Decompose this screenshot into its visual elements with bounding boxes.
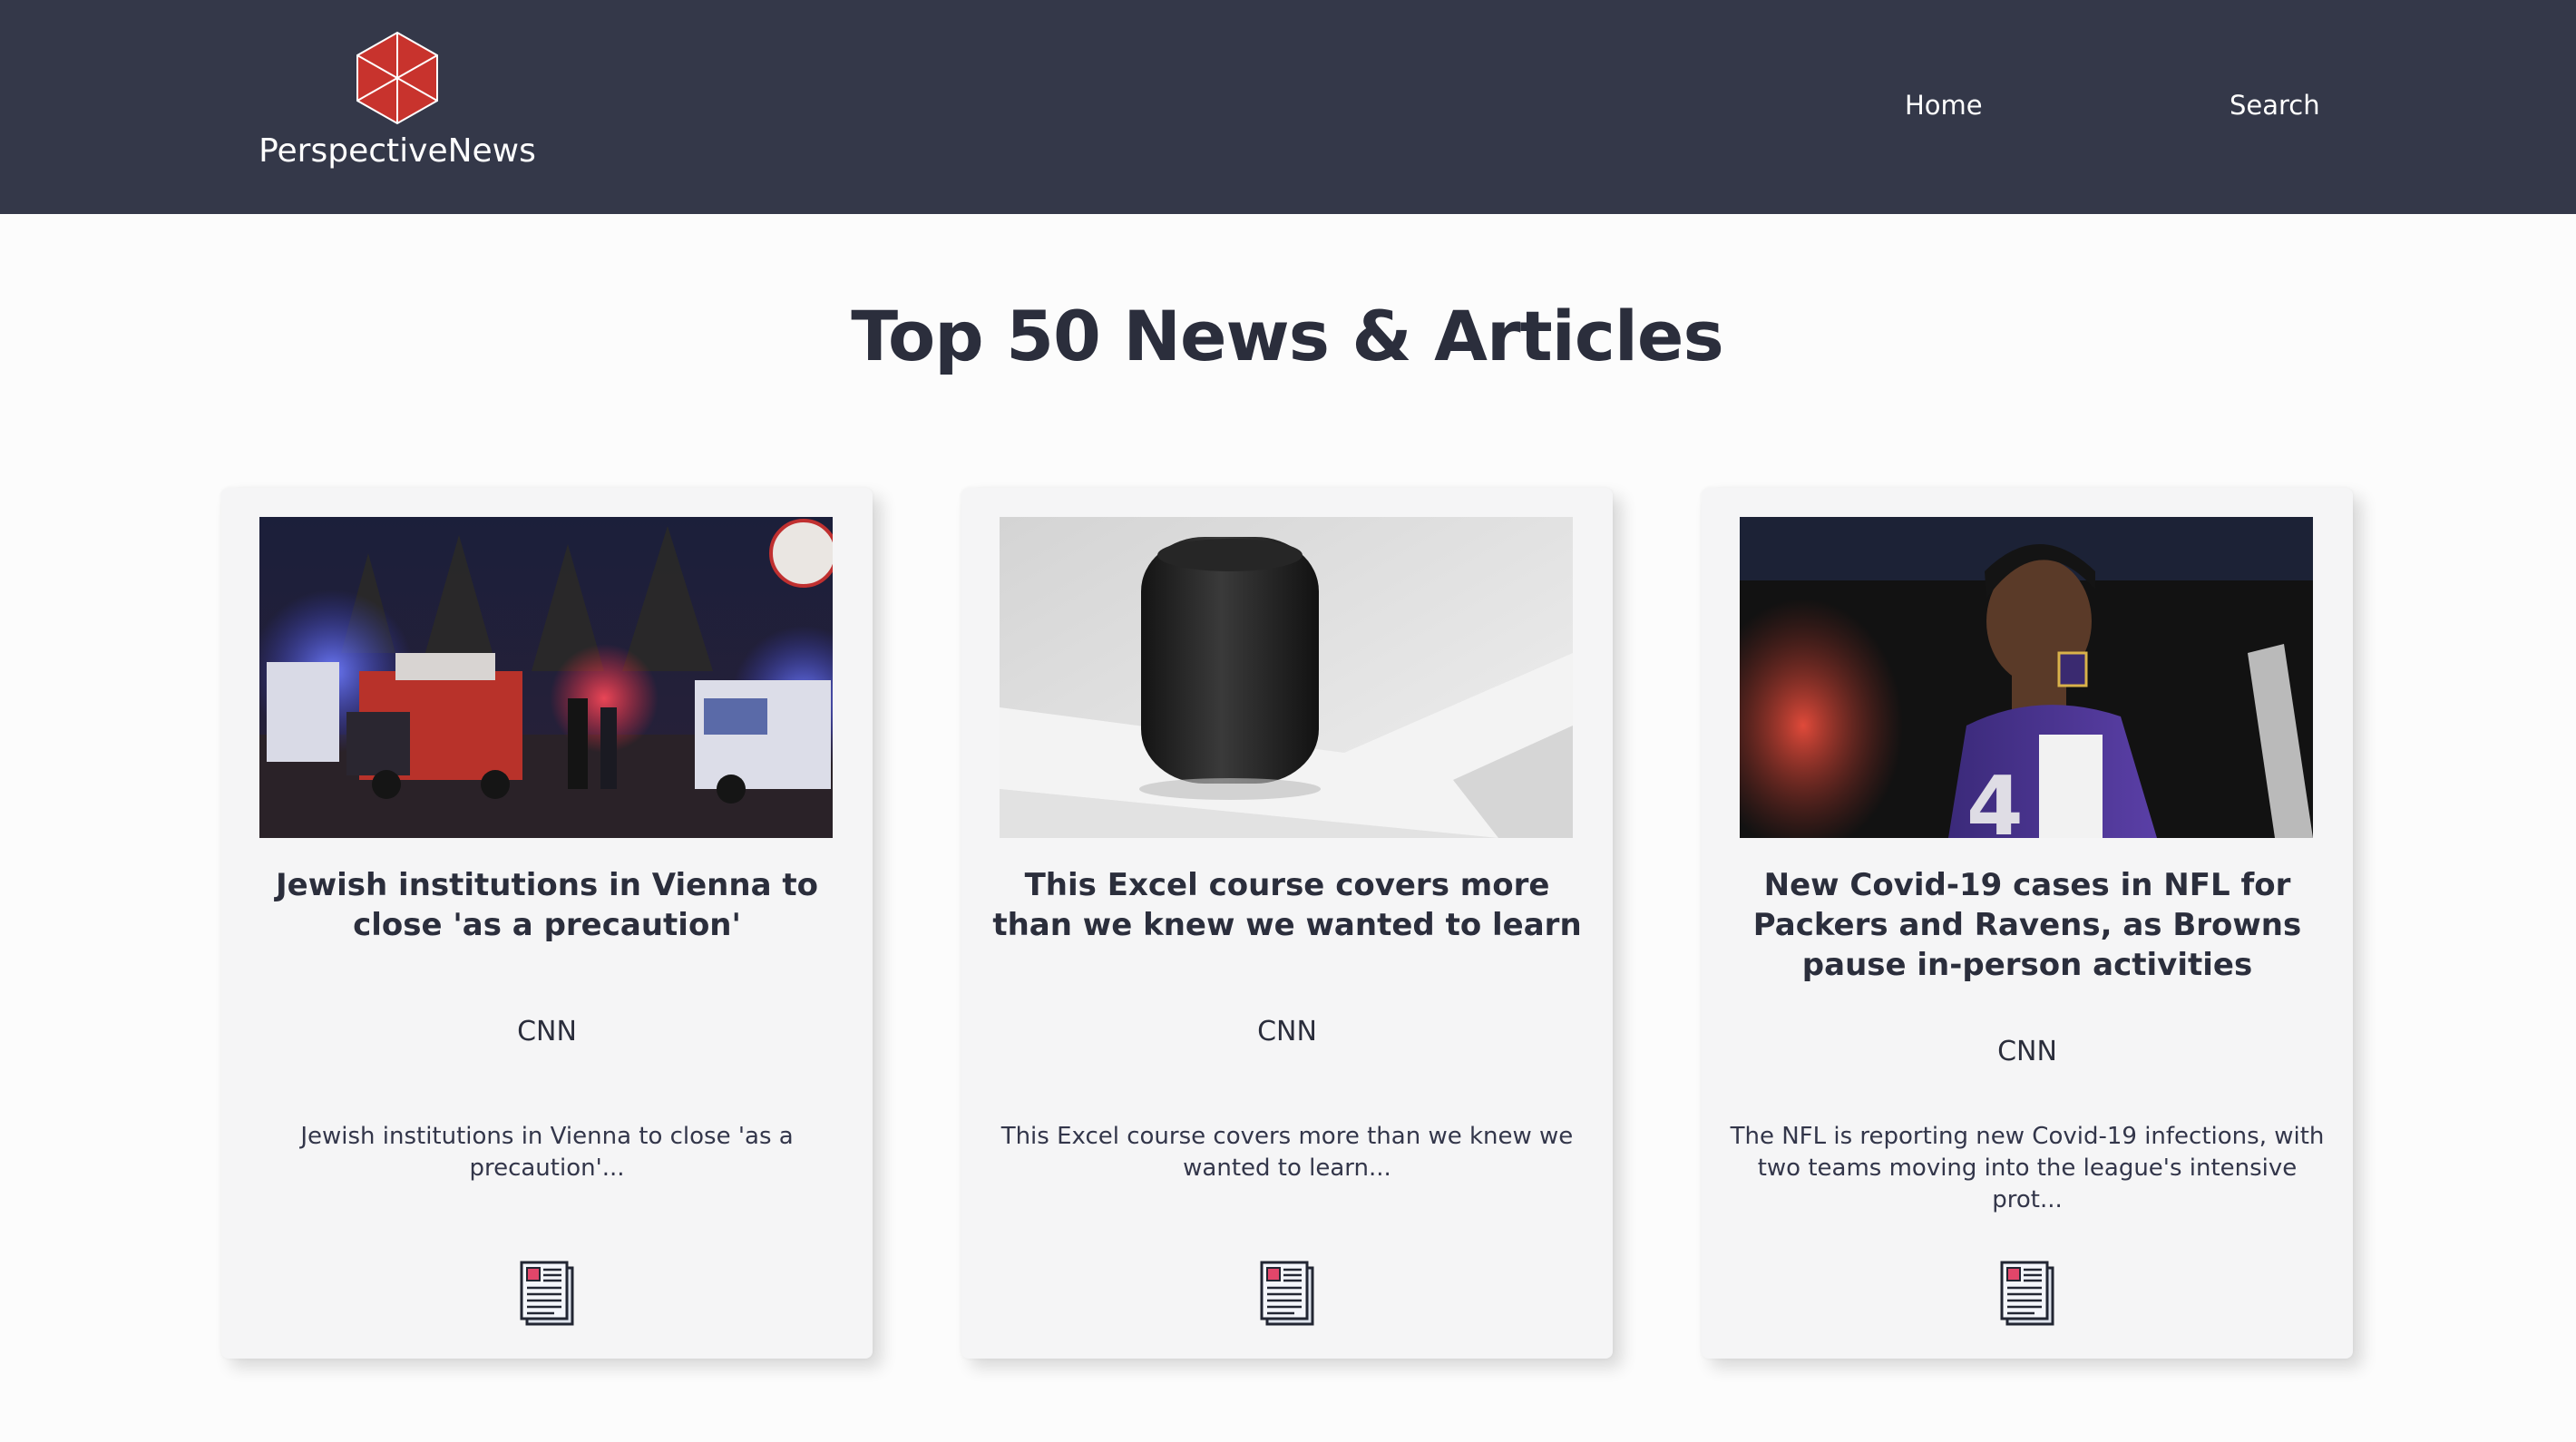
newspaper-icon[interactable] [1258, 1261, 1316, 1328]
nav-search-link[interactable]: Search [2230, 85, 2320, 125]
brand-name: PerspectiveNews [259, 132, 536, 170]
article-description: This Excel course covers more than we kn… [1000, 1123, 1574, 1182]
red-cube-logo-icon [356, 31, 438, 125]
vienna-police-street-photo [259, 517, 833, 838]
article-image[interactable] [259, 517, 833, 838]
article-card: Jewish institutions in Vienna to close '… [221, 488, 873, 1359]
svg-text:4: 4 [1966, 759, 2024, 838]
top-navigation-bar: PerspectiveNews Home Search [0, 0, 2576, 214]
smart-speaker-photo [1000, 517, 1573, 838]
article-description: The NFL is reporting new Covid-19 infect… [1730, 1123, 2325, 1213]
article-title[interactable]: New Covid-19 cases in NFL for Packers an… [1729, 865, 2326, 985]
article-image[interactable]: 4 [1740, 517, 2313, 838]
article-card: 4 New Covid-19 cases in NFL for Packers … [1702, 488, 2353, 1359]
article-source: CNN [1257, 1016, 1317, 1047]
page-title: Top 50 News & Articles [851, 296, 1723, 376]
article-title[interactable]: Jewish institutions in Vienna to close '… [249, 865, 845, 945]
article-source: CNN [517, 1016, 577, 1047]
article-description: Jewish institutions in Vienna to close '… [300, 1123, 794, 1182]
article-source: CNN [1997, 1036, 2057, 1067]
newspaper-icon[interactable] [518, 1261, 576, 1328]
article-card: This Excel course covers more than we kn… [961, 488, 1613, 1359]
brand-home-link[interactable]: PerspectiveNews [209, 31, 586, 185]
article-title[interactable]: This Excel course covers more than we kn… [989, 865, 1586, 945]
football-player-photo: 4 [1740, 517, 2313, 838]
newspaper-icon[interactable] [1998, 1261, 2056, 1328]
nav-home-link[interactable]: Home [1905, 85, 1983, 125]
article-image[interactable] [1000, 517, 1573, 838]
